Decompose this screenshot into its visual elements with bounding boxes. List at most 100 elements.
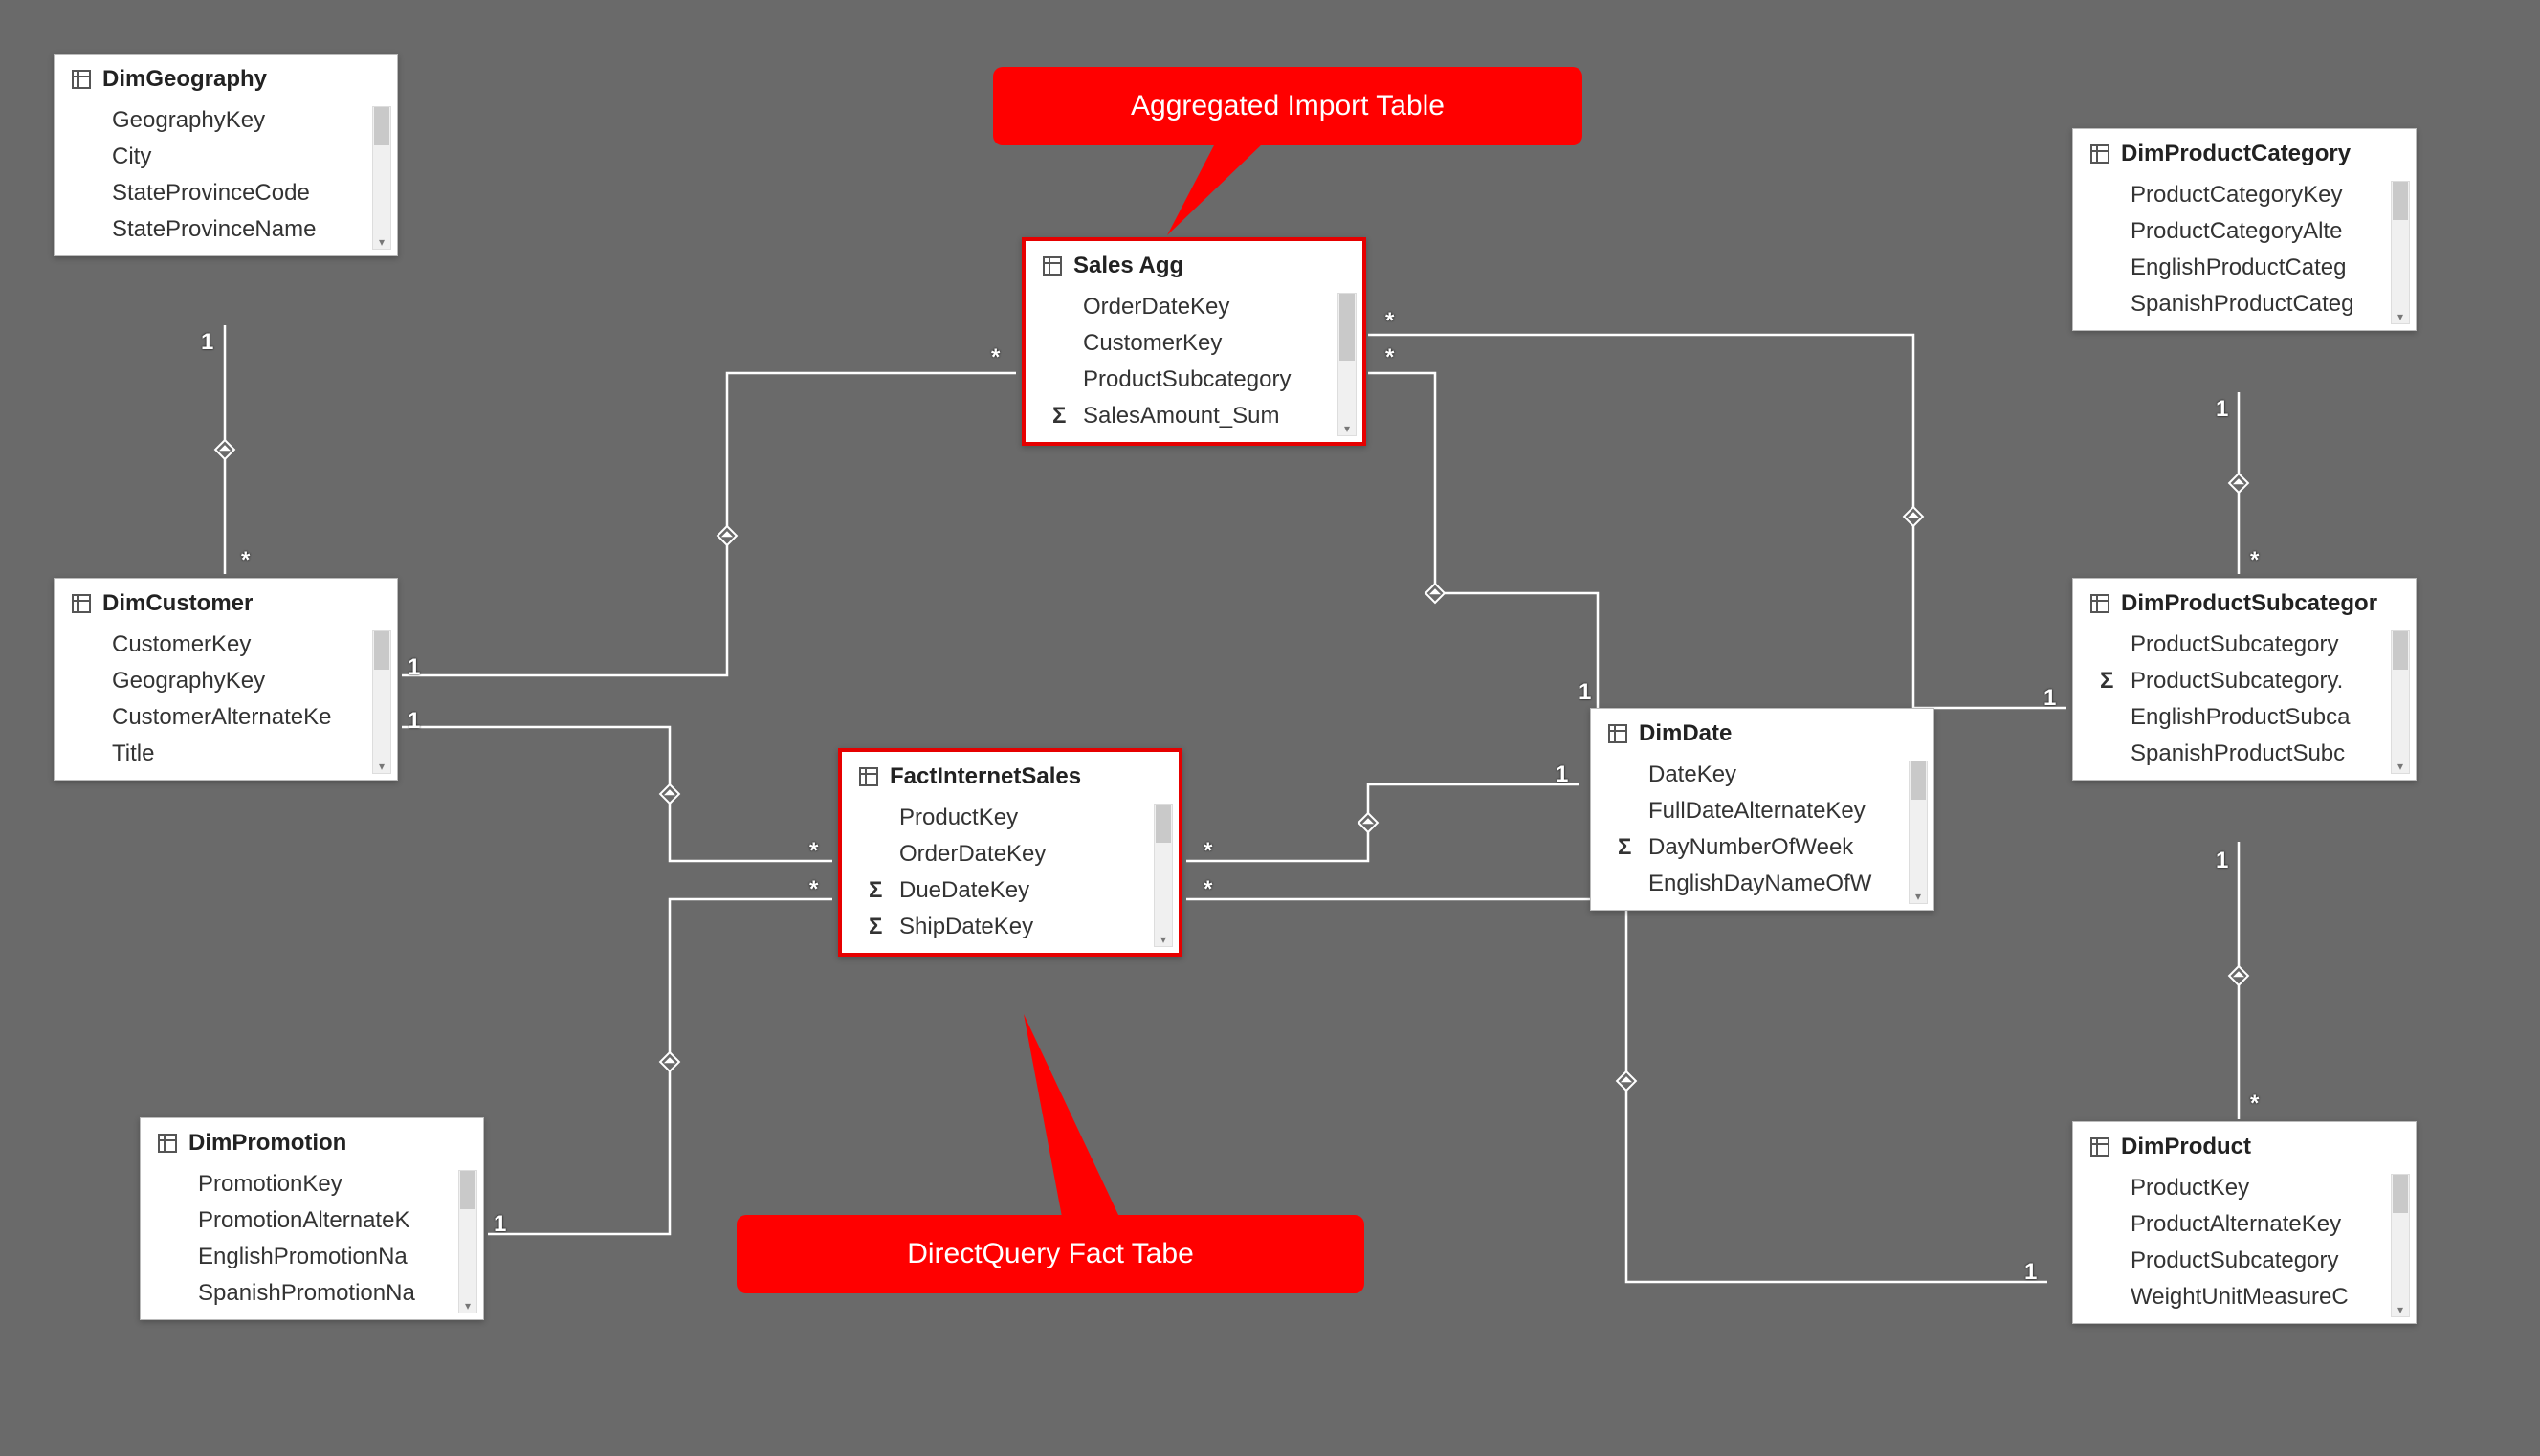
field-label: WeightUnitMeasureC [2131,1284,2349,1311]
scrollbar[interactable]: ▴▾ [458,1170,477,1313]
field-label: CustomerKey [1083,330,1222,357]
callout-text: Aggregated Import Table [1131,90,1445,121]
scrollbar[interactable]: ▴▾ [2391,630,2410,774]
table-title: DimProductCategory [2121,141,2351,167]
field-row[interactable]: SpanishPromotionNa [141,1275,483,1312]
field-list: ProductCategoryKey ProductCategoryAlte E… [2073,177,2416,322]
field-row[interactable]: PromotionAlternateK [141,1202,483,1239]
field-label: DueDateKey [899,877,1029,904]
field-label: ProductCategoryAlte [2131,218,2342,245]
table-header: DimProductCategory [2073,129,2416,177]
field-row[interactable]: Title [55,736,397,772]
scrollbar[interactable]: ▴▾ [1909,761,1928,904]
table-dim-date[interactable]: DimDate DateKey FullDateAlternateKey ΣDa… [1590,708,1934,911]
sigma-icon: Σ [1052,403,1066,430]
cardinality-one: 1 [2043,685,2056,712]
field-row[interactable]: ProductAlternateKey [2073,1206,2416,1243]
scrollbar[interactable]: ▴▾ [372,630,391,774]
field-row[interactable]: EnglishProductCateg [2073,250,2416,286]
table-dim-geography[interactable]: DimGeography GeographyKey City StateProv… [54,54,398,256]
field-row[interactable]: ProductKey [2073,1170,2416,1206]
table-header: DimProductSubcategor [2073,579,2416,627]
table-sales-agg[interactable]: Sales Agg OrderDateKey CustomerKey Produ… [1022,237,1366,446]
field-row[interactable]: FullDateAlternateKey [1591,793,1933,829]
table-icon [1043,256,1062,276]
field-row[interactable]: EnglishPromotionNa [141,1239,483,1275]
scrollbar[interactable]: ▴▾ [1154,804,1173,947]
field-list: CustomerKey GeographyKey CustomerAlterna… [55,627,397,772]
table-dim-customer[interactable]: DimCustomer CustomerKey GeographyKey Cus… [54,578,398,781]
field-row[interactable]: ΣSalesAmount_Sum [1026,398,1362,434]
field-label: SpanishPromotionNa [198,1280,415,1307]
field-row[interactable]: ProductCategoryAlte [2073,213,2416,250]
field-row[interactable]: ProductCategoryKey [2073,177,2416,213]
table-header: FactInternetSales [842,752,1179,800]
field-label: SpanishProductCateg [2131,291,2353,318]
table-icon [158,1134,177,1153]
table-dim-product-category[interactable]: DimProductCategory ProductCategoryKey Pr… [2072,128,2417,331]
field-row[interactable]: ProductKey [842,800,1179,836]
field-label: DateKey [1648,761,1736,788]
field-row[interactable]: ΣDueDateKey [842,872,1179,909]
diagram-canvas[interactable]: 1 * 1 * 1 * 1 * * 1 * 1 * 1 * 1 1 * 1 * … [0,0,2540,1456]
field-row[interactable]: ΣDayNumberOfWeek [1591,829,1933,866]
table-dim-product-subcategory[interactable]: DimProductSubcategor ProductSubcategory … [2072,578,2417,781]
sigma-icon: Σ [869,914,882,940]
table-dim-promotion[interactable]: DimPromotion PromotionKey PromotionAlter… [140,1117,484,1320]
field-row[interactable]: GeographyKey [55,102,397,139]
field-row[interactable]: StateProvinceName [55,211,397,248]
table-header: DimCustomer [55,579,397,627]
field-label: ProductCategoryKey [2131,182,2342,209]
callout-text: DirectQuery Fact Tabe [907,1238,1194,1269]
field-row[interactable]: ΣProductSubcategory. [2073,663,2416,699]
field-row[interactable]: OrderDateKey [1026,289,1362,325]
cardinality-many: * [809,838,818,865]
table-fact-internet-sales[interactable]: FactInternetSales ProductKey OrderDateKe… [838,748,1182,957]
field-label: PromotionKey [198,1171,342,1198]
field-row[interactable]: OrderDateKey [842,836,1179,872]
table-icon [2090,144,2109,164]
field-row[interactable]: ProductSubcategory [1026,362,1362,398]
field-list: ProductKey OrderDateKey ΣDueDateKey ΣShi… [842,800,1179,945]
field-label: FullDateAlternateKey [1648,798,1866,825]
field-list: PromotionKey PromotionAlternateK English… [141,1166,483,1312]
field-label: ProductSubcategory. [2131,668,2343,695]
field-row[interactable]: CustomerKey [1026,325,1362,362]
field-label: DayNumberOfWeek [1648,834,1853,861]
field-row[interactable]: ProductSubcategory [2073,627,2416,663]
scrollbar[interactable]: ▴▾ [2391,1174,2410,1317]
field-row[interactable]: ProductSubcategory [2073,1243,2416,1279]
field-row[interactable]: StateProvinceCode [55,175,397,211]
table-icon [859,767,878,786]
field-row[interactable]: EnglishDayNameOfW [1591,866,1933,902]
table-header: DimDate [1591,709,1933,757]
cardinality-many: * [1385,344,1394,371]
field-label: ProductKey [899,805,1018,831]
field-row[interactable]: DateKey [1591,757,1933,793]
scrollbar[interactable]: ▴▾ [2391,181,2410,324]
field-row[interactable]: SpanishProductCateg [2073,286,2416,322]
scrollbar[interactable]: ▴▾ [372,106,391,250]
table-icon [72,70,91,89]
field-row[interactable]: City [55,139,397,175]
field-row[interactable]: WeightUnitMeasureC [2073,1279,2416,1315]
table-title: DimDate [1639,720,1732,747]
field-list: GeographyKey City StateProvinceCode Stat… [55,102,397,248]
callout-aggregated-import: Aggregated Import Table [993,67,1582,145]
table-title: DimGeography [102,66,267,93]
field-row[interactable]: PromotionKey [141,1166,483,1202]
cardinality-many: * [2250,547,2259,574]
field-label: EnglishProductCateg [2131,254,2346,281]
table-title: Sales Agg [1073,253,1183,279]
field-row[interactable]: SpanishProductSubc [2073,736,2416,772]
field-row[interactable]: GeographyKey [55,663,397,699]
field-row[interactable]: CustomerAlternateKe [55,699,397,736]
field-row[interactable]: EnglishProductSubca [2073,699,2416,736]
scrollbar[interactable]: ▴▾ [1337,293,1357,436]
cardinality-many: * [241,547,250,574]
field-row[interactable]: ΣShipDateKey [842,909,1179,945]
table-header: DimGeography [55,55,397,102]
field-row[interactable]: CustomerKey [55,627,397,663]
table-dim-product[interactable]: DimProduct ProductKey ProductAlternateKe… [2072,1121,2417,1324]
field-label: SpanishProductSubc [2131,740,2345,767]
